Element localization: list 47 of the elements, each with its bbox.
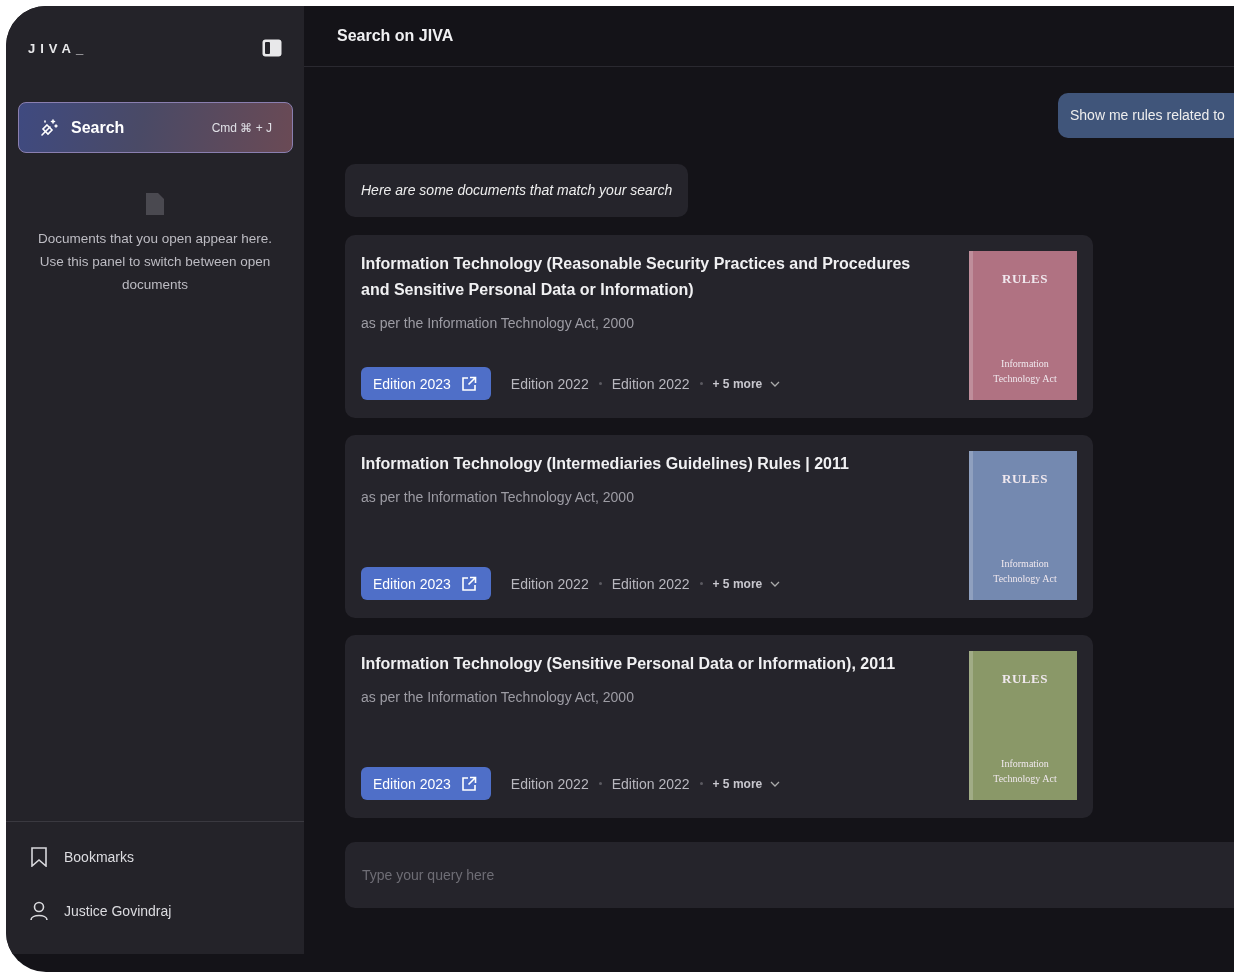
document-subtitle: as per the Information Technology Act, 2000: [361, 689, 635, 705]
edition-button[interactable]: Edition 2023: [361, 767, 491, 800]
bot-message: Here are some documents that match your search: [345, 164, 689, 217]
document-title[interactable]: Information Technology (Reasonable Security Practices and Procedures and Sensitive Personal Data or Information): [361, 251, 939, 303]
user-profile-link[interactable]: Justice Govindraj: [6, 884, 304, 938]
edition-link[interactable]: Edition 2022: [611, 575, 690, 592]
document-title[interactable]: Information Technology (Sensitive Personal Data or Information), 2011: [361, 651, 939, 677]
cover-text: Information Technology Act: [992, 357, 1058, 386]
search-button[interactable]: Search Cmd ⌘ + J: [18, 102, 293, 153]
edition-link[interactable]: Edition 2022: [611, 775, 690, 792]
cover-heading: RULES: [1002, 271, 1048, 287]
more-editions-toggle[interactable]: + 5 more: [712, 776, 763, 791]
document-subtitle: as per the Information Technology Act, 2000: [361, 315, 635, 331]
external-link-icon: [460, 775, 477, 792]
document-title[interactable]: Information Technology (Intermediaries Guidelines) Rules | 2011: [361, 451, 939, 477]
edition-link[interactable]: Edition 2022: [611, 375, 690, 392]
document-card[interactable]: [345, 235, 1093, 418]
logo: JIVA_: [28, 40, 89, 56]
magic-wand-icon: [39, 117, 59, 138]
edition-link[interactable]: Edition 2022: [510, 575, 589, 592]
document-card[interactable]: Information Technology (Sensitive Personal Data or Information), 2011 as per the Information Technology Act, 2000 Edition 2023 Edition 2022 Edition 2022 + 5 more RULES Information Technology Act: [345, 635, 1093, 818]
user-icon: [30, 901, 48, 921]
cover-heading: RULES: [1002, 471, 1048, 487]
edition-link[interactable]: Edition 2022: [510, 375, 589, 392]
bookmark-icon: [30, 847, 48, 867]
cover-text: Information Technology Act: [992, 557, 1058, 586]
user-message: Show me rules related to: [1058, 93, 1234, 138]
cover-text: Information Technology Act: [992, 757, 1058, 786]
chevron-down-icon[interactable]: [770, 380, 781, 387]
query-input[interactable]: Type your query here: [345, 842, 1234, 908]
page-title: Search on JIVA: [337, 27, 454, 45]
document-card[interactable]: Information Technology (Intermediaries Guidelines) Rules | 2011 as per the Information Technology Act, 2000 Edition 2023 Edition 2022 Edition 2022 + 5 more RULES Information Technology Act: [345, 435, 1093, 618]
external-link-icon: [460, 575, 477, 592]
sidebar-toggle-icon[interactable]: [262, 39, 282, 57]
edition-link[interactable]: Edition 2022: [510, 775, 589, 792]
document-icon: [146, 193, 164, 215]
more-editions-toggle[interactable]: + 5 more: [712, 576, 763, 591]
empty-state-text: Documents that you open appear here. Use this panel to switch between open documents: [36, 230, 274, 294]
chevron-down-icon[interactable]: [770, 580, 781, 587]
external-link-icon: [460, 375, 477, 392]
bookmarks-link[interactable]: Bookmarks: [6, 830, 304, 884]
edition-button[interactable]: Edition 2023: [361, 367, 491, 400]
cover-heading: RULES: [1002, 671, 1048, 687]
chevron-down-icon[interactable]: [770, 780, 781, 787]
more-editions-toggle[interactable]: + 5 more: [712, 376, 763, 391]
document-subtitle: as per the Information Technology Act, 2000: [361, 489, 635, 505]
edition-button[interactable]: Edition 2023: [361, 567, 491, 600]
